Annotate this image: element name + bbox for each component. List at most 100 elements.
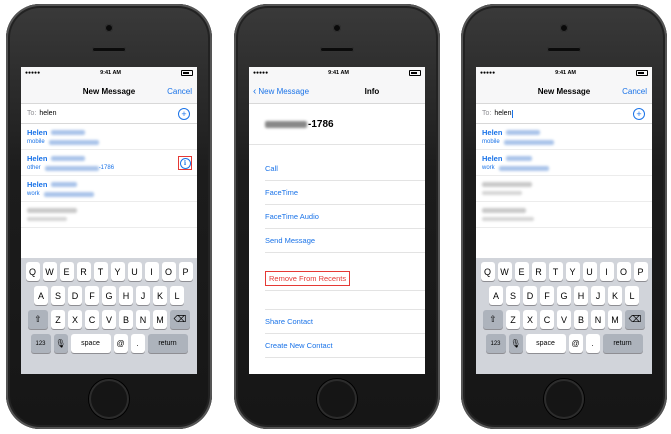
shift-key[interactable]: ⇧: [483, 310, 503, 329]
back-button[interactable]: ‹ New Message: [253, 86, 309, 97]
key-y[interactable]: Y: [565, 262, 580, 281]
delete-key[interactable]: ⌫: [625, 310, 645, 329]
to-field[interactable]: To: helen +: [21, 104, 197, 124]
key-x[interactable]: X: [68, 310, 82, 329]
numbers-key[interactable]: 123: [485, 334, 506, 353]
key-k[interactable]: K: [608, 286, 622, 305]
key-g[interactable]: G: [102, 286, 116, 305]
at-key[interactable]: @: [568, 334, 583, 353]
screen-info: ●●●●● 9:41 AM ‹ New Message Info -1786 Ca…: [249, 67, 425, 374]
list-item[interactable]: Helen mobile: [21, 124, 197, 150]
at-key[interactable]: @: [113, 334, 128, 353]
dictation-key[interactable]: 🎙: [508, 334, 523, 353]
dot-key[interactable]: .: [130, 334, 145, 353]
key-l[interactable]: L: [625, 286, 639, 305]
facetime-audio-button[interactable]: FaceTime Audio: [265, 205, 425, 229]
key-t[interactable]: T: [548, 262, 563, 281]
key-n[interactable]: N: [591, 310, 605, 329]
key-j[interactable]: J: [591, 286, 605, 305]
cancel-button[interactable]: Cancel: [622, 87, 647, 96]
key-y[interactable]: Y: [110, 262, 125, 281]
key-i[interactable]: I: [599, 262, 614, 281]
dot-key[interactable]: .: [585, 334, 600, 353]
key-x[interactable]: X: [523, 310, 537, 329]
key-p[interactable]: P: [178, 262, 193, 281]
key-k[interactable]: K: [153, 286, 167, 305]
list-item[interactable]: Helen other -1786 i: [21, 150, 197, 176]
key-g[interactable]: G: [557, 286, 571, 305]
call-button[interactable]: Call: [265, 157, 425, 181]
key-c[interactable]: C: [85, 310, 99, 329]
contact-type: other: [27, 165, 41, 171]
screen-new-message: ●●●●● 9:41 AM New Message Cancel To: hel…: [21, 67, 197, 374]
list-item[interactable]: [476, 202, 652, 228]
key-v[interactable]: V: [557, 310, 571, 329]
key-c[interactable]: C: [540, 310, 554, 329]
add-contact-icon[interactable]: +: [633, 108, 645, 120]
return-key[interactable]: return: [602, 334, 643, 353]
key-e[interactable]: E: [514, 262, 529, 281]
key-h[interactable]: H: [119, 286, 133, 305]
home-button[interactable]: [544, 379, 584, 419]
key-w[interactable]: W: [497, 262, 512, 281]
numbers-key[interactable]: 123: [30, 334, 51, 353]
key-s[interactable]: S: [506, 286, 520, 305]
remove-from-recents-button[interactable]: Remove From Recents: [265, 267, 425, 291]
key-p[interactable]: P: [633, 262, 648, 281]
key-z[interactable]: Z: [506, 310, 520, 329]
key-o[interactable]: O: [616, 262, 631, 281]
key-i[interactable]: I: [144, 262, 159, 281]
home-button[interactable]: [317, 379, 357, 419]
info-button[interactable]: i: [178, 156, 192, 170]
key-r[interactable]: R: [76, 262, 91, 281]
key-n[interactable]: N: [136, 310, 150, 329]
key-d[interactable]: D: [68, 286, 82, 305]
list-item[interactable]: Helen work: [476, 150, 652, 176]
key-w[interactable]: W: [42, 262, 57, 281]
list-item[interactable]: Helen work: [21, 176, 197, 202]
key-u[interactable]: U: [582, 262, 597, 281]
to-value: helen: [494, 110, 512, 117]
key-b[interactable]: B: [574, 310, 588, 329]
key-b[interactable]: B: [119, 310, 133, 329]
space-key[interactable]: space: [525, 334, 566, 353]
home-button[interactable]: [89, 379, 129, 419]
key-j[interactable]: J: [136, 286, 150, 305]
key-m[interactable]: M: [153, 310, 167, 329]
cancel-button[interactable]: Cancel: [167, 87, 192, 96]
share-contact-button[interactable]: Share Contact: [265, 310, 425, 334]
key-s[interactable]: S: [51, 286, 65, 305]
facetime-button[interactable]: FaceTime: [265, 181, 425, 205]
key-m[interactable]: M: [608, 310, 622, 329]
list-item[interactable]: [476, 176, 652, 202]
send-message-button[interactable]: Send Message: [265, 229, 425, 253]
key-h[interactable]: H: [574, 286, 588, 305]
space-key[interactable]: space: [70, 334, 111, 353]
create-new-contact-button[interactable]: Create New Contact: [265, 334, 425, 358]
key-v[interactable]: V: [102, 310, 116, 329]
key-t[interactable]: T: [93, 262, 108, 281]
return-key[interactable]: return: [147, 334, 188, 353]
key-e[interactable]: E: [59, 262, 74, 281]
list-item[interactable]: Helen mobile: [476, 124, 652, 150]
key-u[interactable]: U: [127, 262, 142, 281]
list-item[interactable]: [21, 202, 197, 228]
key-q[interactable]: Q: [25, 262, 40, 281]
dictation-key[interactable]: 🎙: [53, 334, 68, 353]
key-l[interactable]: L: [170, 286, 184, 305]
to-field[interactable]: To: helen +: [476, 104, 652, 124]
key-q[interactable]: Q: [480, 262, 495, 281]
key-r[interactable]: R: [531, 262, 546, 281]
key-o[interactable]: O: [161, 262, 176, 281]
key-f[interactable]: F: [540, 286, 554, 305]
delete-key[interactable]: ⌫: [170, 310, 190, 329]
key-a[interactable]: A: [34, 286, 48, 305]
key-f[interactable]: F: [85, 286, 99, 305]
signal-icon: ●●●●●: [25, 70, 41, 76]
key-z[interactable]: Z: [51, 310, 65, 329]
key-a[interactable]: A: [489, 286, 503, 305]
shift-key[interactable]: ⇧: [28, 310, 48, 329]
key-d[interactable]: D: [523, 286, 537, 305]
add-contact-icon[interactable]: +: [178, 108, 190, 120]
